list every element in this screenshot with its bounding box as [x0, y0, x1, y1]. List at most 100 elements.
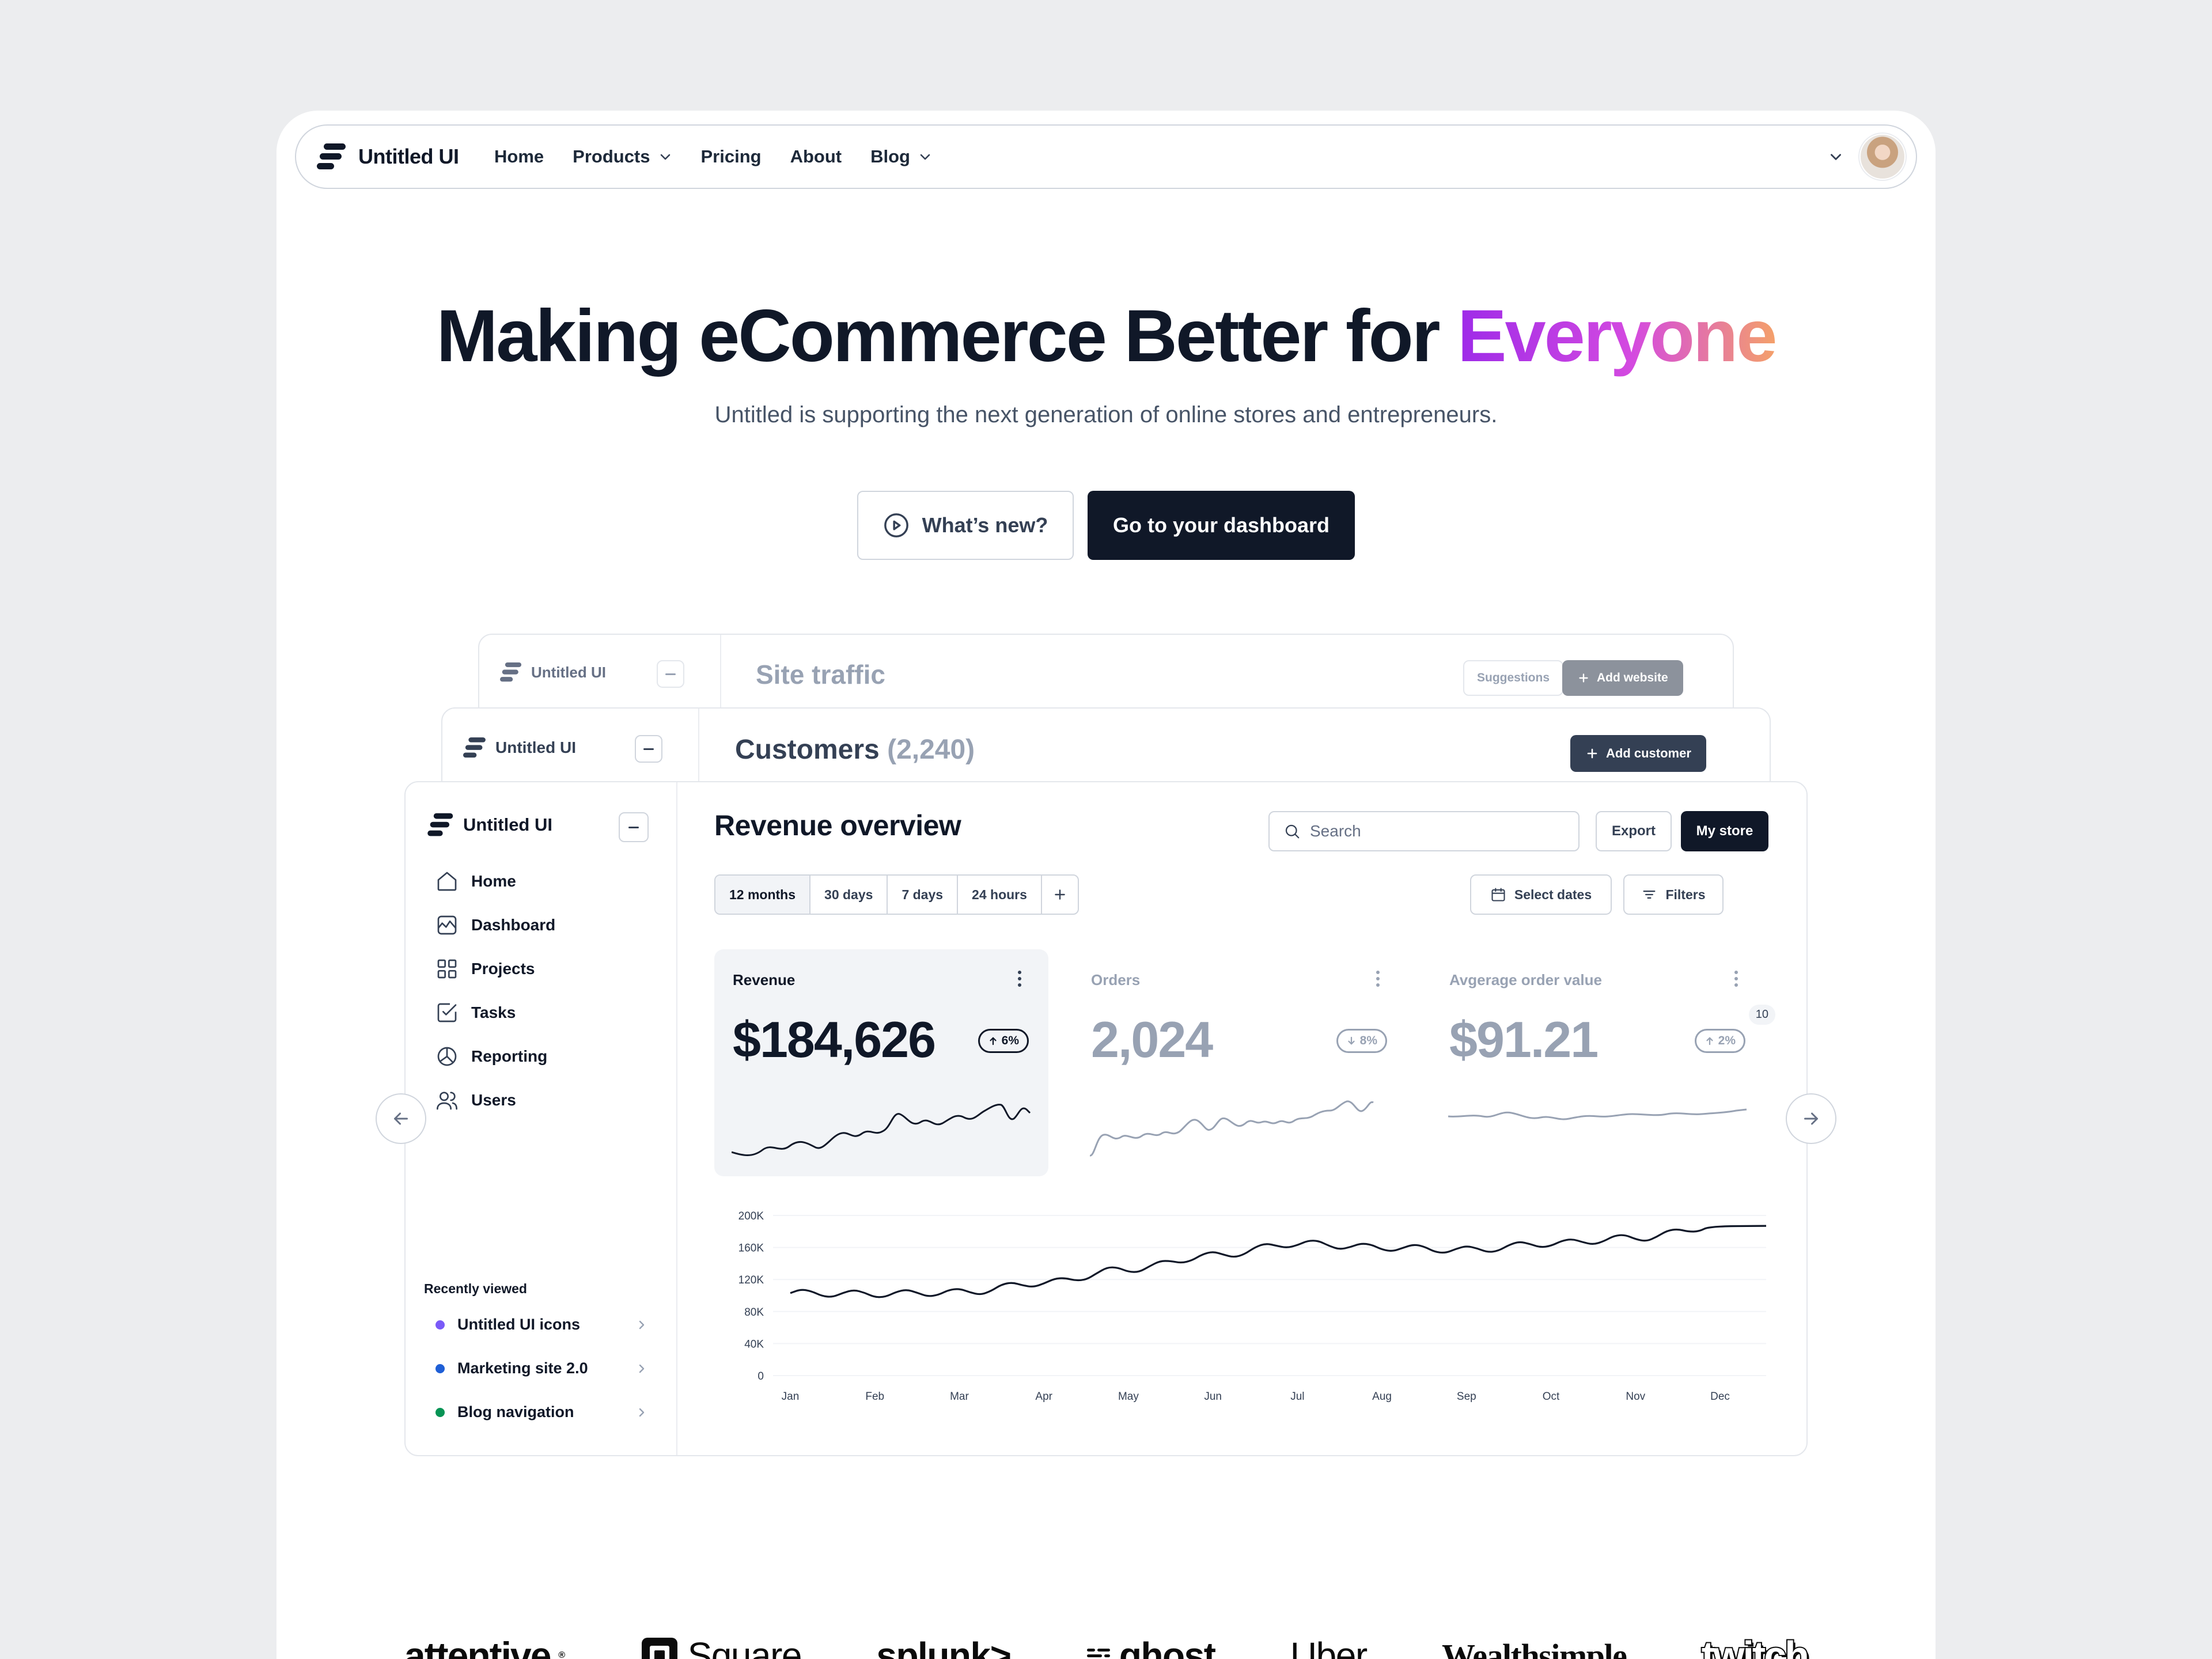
add-customer-label: Add customer: [1606, 746, 1691, 760]
dashboard-content: Revenue overview Search Export My store …: [676, 782, 1806, 1455]
carousel-next-button[interactable]: [1786, 1093, 1836, 1144]
nav-link-pricing[interactable]: Pricing: [701, 146, 762, 167]
hero-title-main: Making eCommerce Better for: [436, 295, 1458, 377]
add-range-button[interactable]: [1042, 876, 1078, 914]
whats-new-button[interactable]: What’s new?: [857, 491, 1074, 560]
recent-item[interactable]: Untitled UI icons: [435, 1316, 649, 1334]
logo-attentive-text: attentive: [404, 1634, 551, 1659]
kpi-change-badge: 2%: [1694, 1029, 1745, 1053]
add-website-button[interactable]: Add website: [1562, 660, 1683, 696]
recent-item[interactable]: Blog navigation: [435, 1403, 649, 1421]
chart-icon: [437, 915, 457, 935]
panel-brand-name: Untitled UI: [531, 663, 606, 681]
home-icon: [437, 872, 457, 891]
account-menu[interactable]: [1828, 134, 1906, 180]
my-store-button[interactable]: My store: [1681, 811, 1768, 851]
range-12-months[interactable]: 12 months: [715, 876, 811, 914]
suggestions-button[interactable]: Suggestions: [1463, 660, 1564, 696]
export-button[interactable]: Export: [1596, 811, 1672, 851]
orders-sparkline: [1090, 1100, 1374, 1157]
dashboard-button[interactable]: Go to your dashboard: [1088, 491, 1355, 560]
nav-link-about[interactable]: About: [790, 146, 842, 167]
hero-title-accent: Everyone: [1457, 295, 1777, 377]
avatar[interactable]: [1859, 134, 1906, 180]
nav-link-label: Blog: [870, 146, 910, 166]
arrow-left-icon: [394, 1112, 408, 1125]
recently-viewed-title: Recently viewed: [424, 1281, 527, 1296]
range-30-days[interactable]: 30 days: [810, 876, 888, 914]
users-icon: [437, 1092, 457, 1110]
sidebar-item-projects[interactable]: Projects: [435, 957, 535, 980]
nav-link-label: Products: [573, 146, 650, 166]
logo-attentive: attentive ®: [404, 1634, 565, 1659]
revenue-line-chart: 200K 160K 120K 80K 40K 0 Jan Feb Mar Apr May Jun Ju…: [738, 1210, 1767, 1403]
x-tick-label: Jun: [1204, 1391, 1222, 1403]
ghost-logo-icon: [1086, 1649, 1110, 1657]
sidebar-item-tasks[interactable]: Tasks: [435, 1001, 649, 1024]
chart-x-axis: Jan Feb Mar Apr May Jun Jul Aug Sep Oct Nov Dec: [782, 1391, 1730, 1403]
panel-brand: Untitled UI: [500, 661, 606, 683]
recent-item-label: Blog navigation: [457, 1403, 574, 1421]
kpi-card-orders[interactable]: Orders 2,024 8%: [1073, 949, 1407, 1176]
more-vertical-icon[interactable]: [1733, 970, 1740, 987]
calendar-icon: [1491, 888, 1505, 902]
filters-label: Filters: [1665, 887, 1706, 902]
brand-logo[interactable]: Untitled UI: [317, 126, 459, 188]
nav-link-blog[interactable]: Blog: [870, 146, 932, 167]
filters-button[interactable]: Filters: [1623, 874, 1724, 915]
sidebar-item-reporting[interactable]: Reporting: [435, 1045, 547, 1068]
x-tick-label: Feb: [865, 1391, 884, 1403]
add-website-label: Add website: [1597, 671, 1668, 684]
collapse-button[interactable]: [619, 812, 649, 842]
recent-item[interactable]: Marketing site 2.0: [435, 1359, 649, 1377]
x-tick-label: Dec: [1710, 1391, 1730, 1403]
page-title: Revenue overview: [714, 809, 961, 842]
nav-link-products[interactable]: Products: [573, 146, 672, 167]
kpi-card-revenue[interactable]: Revenue $184,626 6%: [714, 949, 1048, 1176]
carousel-prev-button[interactable]: [376, 1093, 426, 1144]
sidebar-item-users[interactable]: Users: [435, 1089, 516, 1112]
kpi-change-value: 6%: [1001, 1034, 1019, 1047]
kpi-change-value: 8%: [1359, 1034, 1377, 1047]
chart-grid: [773, 1215, 1766, 1376]
range-24-hours[interactable]: 24 hours: [958, 876, 1042, 914]
arrow-down-icon: [1348, 1036, 1355, 1045]
hero-title: Making eCommerce Better for Everyone: [276, 294, 1936, 378]
x-tick-label: May: [1118, 1391, 1139, 1403]
time-range-selector: 12 months 30 days 7 days 24 hours: [714, 874, 1079, 915]
logo-uber: Uber: [1290, 1635, 1368, 1659]
check-square-icon: [437, 1003, 457, 1022]
sidebar-item-dashboard[interactable]: Dashboard: [435, 914, 555, 937]
collapse-button[interactable]: [635, 735, 662, 763]
sidebar-item-label: Reporting: [471, 1047, 548, 1065]
nav-link-home[interactable]: Home: [494, 146, 544, 167]
x-tick-label: Sep: [1457, 1391, 1476, 1403]
kpi-card-average-order-value[interactable]: Avgerage order value $91.21 2%: [1431, 949, 1765, 1176]
aov-sparkline: [1448, 1108, 1747, 1120]
chevron-right-icon: [639, 1320, 645, 1329]
more-vertical-icon[interactable]: [1374, 970, 1381, 987]
logo-mark-icon: [500, 662, 522, 682]
x-tick-label: Jan: [782, 1391, 800, 1403]
select-dates-button[interactable]: Select dates: [1470, 874, 1612, 915]
x-tick-label: Nov: [1626, 1391, 1645, 1403]
select-dates-label: Select dates: [1514, 887, 1592, 902]
status-dot: [435, 1320, 445, 1330]
sidebar-divider: [720, 635, 721, 710]
chevron-down-icon: [660, 154, 670, 160]
recent-item-label: Marketing site 2.0: [457, 1359, 588, 1377]
more-vertical-icon[interactable]: [1016, 970, 1023, 987]
range-7-days[interactable]: 7 days: [888, 876, 959, 914]
panel-title: Site traffic: [756, 660, 885, 690]
search-input[interactable]: Search: [1268, 811, 1580, 851]
pie-chart-icon: [437, 1047, 457, 1066]
collapse-button[interactable]: [657, 660, 684, 688]
plus-icon: [1055, 889, 1065, 900]
add-customer-button[interactable]: Add customer: [1570, 735, 1706, 772]
sidebar-item-label: Projects: [471, 960, 535, 978]
y-tick-label: 80K: [744, 1306, 764, 1319]
arrow-up-icon: [990, 1037, 997, 1046]
top-navbar: Untitled UI Home Products Pricing About …: [295, 124, 1917, 189]
sidebar-item-home[interactable]: Home: [435, 870, 516, 893]
chevron-down-icon[interactable]: [1828, 149, 1843, 164]
